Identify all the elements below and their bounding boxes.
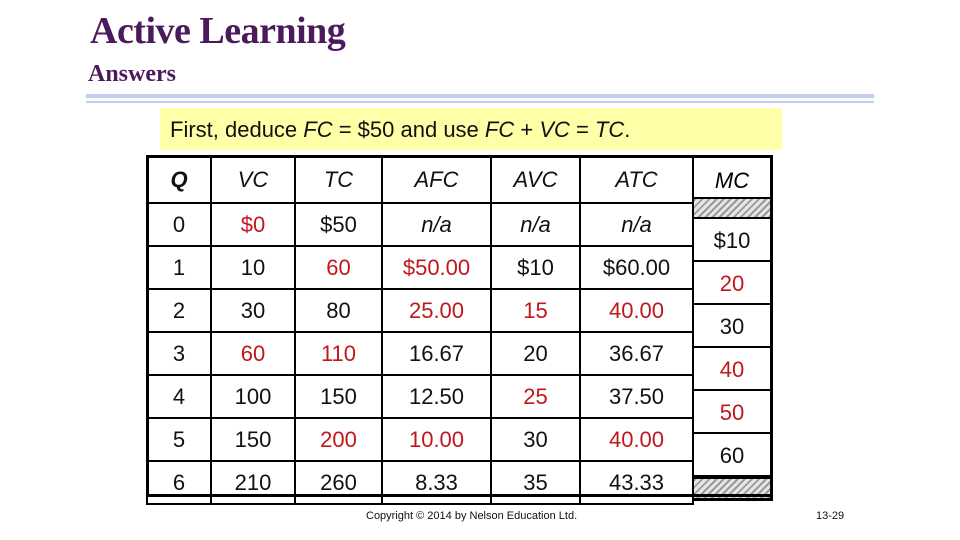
table-row: 6 210 260 8.33 35 43.33	[146, 460, 694, 505]
mc-cell: $10	[692, 219, 773, 262]
slide-title: Active Learning	[90, 10, 346, 52]
cell-tc: 260	[294, 460, 383, 505]
note-text: First, deduce FC = $50 and use FC + VC =…	[170, 117, 630, 143]
mc-hatch-bottom	[692, 477, 773, 501]
cell-avc: 15	[490, 288, 581, 333]
cell-q: 6	[146, 460, 212, 505]
table-row: 1 10 60 $50.00 $10 $60.00	[146, 245, 694, 290]
cell-vc: 10	[210, 245, 296, 290]
col-header-avc: AVC	[490, 155, 581, 204]
cell-atc: 43.33	[579, 460, 694, 505]
col-header-tc: TC	[294, 155, 383, 204]
slide-subtitle: Answers	[88, 61, 176, 87]
cell-q: 1	[146, 245, 212, 290]
cell-avc: 35	[490, 460, 581, 505]
copyright-text: Copyright © 2014 by Nelson Education Ltd…	[366, 510, 578, 522]
note-eq: =	[569, 117, 595, 142]
table-header-row: Q VC TC AFC AVC ATC	[146, 155, 694, 204]
col-header-afc: AFC	[381, 155, 492, 204]
cell-avc: n/a	[490, 202, 581, 247]
cell-q: 0	[146, 202, 212, 247]
cell-atc: n/a	[579, 202, 694, 247]
cell-avc: $10	[490, 245, 581, 290]
cell-tc: 200	[294, 417, 383, 462]
cell-afc: $50.00	[381, 245, 492, 290]
cell-tc: 110	[294, 331, 383, 376]
table-row: 0 $0 $50 n/a n/a n/a	[146, 202, 694, 247]
note-prefix: First, deduce	[170, 117, 304, 142]
cell-vc: 30	[210, 288, 296, 333]
table-row: 2 30 80 25.00 15 40.00	[146, 288, 694, 333]
note-fc2: FC	[484, 117, 515, 142]
cell-vc: 150	[210, 417, 296, 462]
cell-atc: 36.67	[579, 331, 694, 376]
table-row: 3 60 110 16.67 20 36.67	[146, 331, 694, 376]
table-row: 4 100 150 12.50 25 37.50	[146, 374, 694, 419]
mc-hatch-top	[692, 197, 773, 219]
cell-vc: 60	[210, 331, 296, 376]
mc-cell: 30	[692, 305, 773, 348]
cell-vc: $0	[210, 202, 296, 247]
cell-tc: 80	[294, 288, 383, 333]
cell-afc: 10.00	[381, 417, 492, 462]
col-header-vc: VC	[210, 155, 296, 204]
cell-tc: 60	[294, 245, 383, 290]
header-divider-thick	[86, 94, 874, 98]
cell-q: 2	[146, 288, 212, 333]
note-plus: +	[514, 117, 540, 142]
mc-column: MC $10 20 30 40 50 60	[692, 155, 773, 501]
mc-cell: 40	[692, 348, 773, 391]
cell-q: 3	[146, 331, 212, 376]
note-fc: FC	[303, 117, 333, 142]
col-header-atc: ATC	[579, 155, 694, 204]
cell-afc: 8.33	[381, 460, 492, 505]
cell-atc: 40.00	[579, 417, 694, 462]
cell-avc: 30	[490, 417, 581, 462]
col-header-q: Q	[146, 155, 212, 204]
cell-q: 4	[146, 374, 212, 419]
table-row: 5 150 200 10.00 30 40.00	[146, 417, 694, 462]
cell-atc: $60.00	[579, 245, 694, 290]
col-header-mc: MC	[692, 155, 773, 197]
note-tc: TC	[594, 117, 625, 142]
cell-afc: n/a	[381, 202, 492, 247]
cell-q: 5	[146, 417, 212, 462]
cell-afc: 12.50	[381, 374, 492, 419]
mc-cell: 50	[692, 391, 773, 434]
cost-table: Q VC TC AFC AVC ATC 0 $0 $50 n/a n/a n/a…	[146, 155, 694, 505]
cell-afc: 25.00	[381, 288, 492, 333]
mc-cell: 60	[692, 434, 773, 477]
note-end: .	[624, 117, 631, 142]
cell-atc: 37.50	[579, 374, 694, 419]
cell-vc: 210	[210, 460, 296, 505]
page-number: 13-29	[816, 510, 845, 522]
note-vc: VC	[539, 117, 570, 142]
header-divider-thin	[86, 101, 874, 103]
cell-tc: $50	[294, 202, 383, 247]
note-mid: = $50 and use	[332, 117, 485, 142]
cell-avc: 25	[490, 374, 581, 419]
cell-avc: 20	[490, 331, 581, 376]
cell-afc: 16.67	[381, 331, 492, 376]
cell-vc: 100	[210, 374, 296, 419]
cell-tc: 150	[294, 374, 383, 419]
mc-cell: 20	[692, 262, 773, 305]
cell-atc: 40.00	[579, 288, 694, 333]
